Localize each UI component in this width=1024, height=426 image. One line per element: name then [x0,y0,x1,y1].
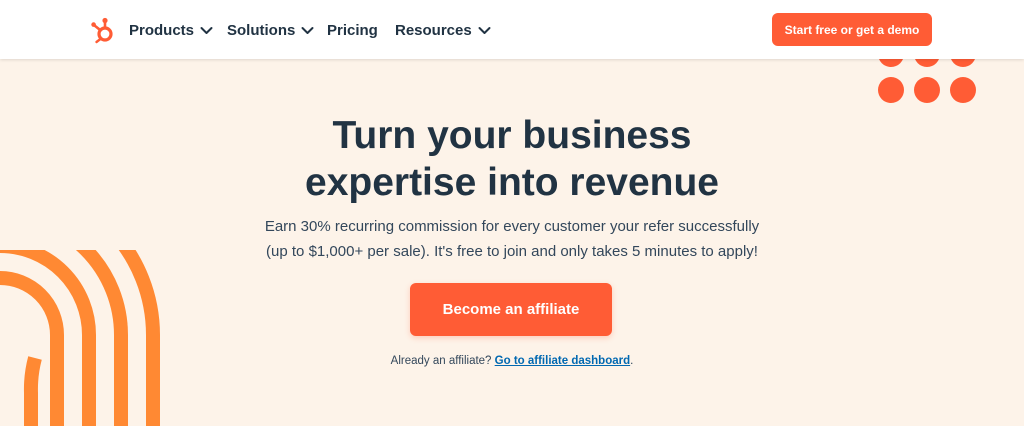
hubspot-logo-icon[interactable] [90,16,116,44]
top-navigation-bar: Products Solutions Pricing Resources Sta… [0,0,1024,59]
nav-pricing-label: Pricing [327,21,378,39]
nav-products-label: Products [129,21,195,39]
hero-title: Turn your business expertise into revenu… [212,112,812,206]
chevron-down-icon [301,26,314,34]
nav-solutions[interactable]: Solutions [227,19,314,41]
nav-solutions-label: Solutions [227,21,296,39]
start-free-demo-button[interactable]: Start free or get a demo [772,13,932,46]
nav-products[interactable]: Products [129,19,213,41]
become-affiliate-button[interactable]: Become an affiliate [410,283,612,336]
hero-title-line-2: expertise into revenue [305,161,719,204]
chevron-down-icon [478,26,491,34]
affiliate-dashboard-link[interactable]: Go to affiliate dashboard [495,355,630,367]
hero-title-line-1: Turn your business [332,114,692,157]
nav-resources-label: Resources [395,21,472,39]
affiliate-footnote: Already an affiliate? Go to affiliate da… [212,355,812,367]
chevron-down-icon [200,26,213,34]
nav-pricing[interactable]: Pricing [327,19,378,41]
hero-description-line-1: Earn 30% recurring commission for every … [264,218,760,235]
nav-resources[interactable]: Resources [395,19,491,41]
footnote-prefix: Already an affiliate? [390,355,495,367]
decorative-arches [0,250,160,426]
hero-description: Earn 30% recurring commission for every … [212,214,812,264]
footnote-suffix: . [630,355,634,367]
hero-description-line-2: (up to $1,000+ per sale). It's free to j… [266,243,758,260]
